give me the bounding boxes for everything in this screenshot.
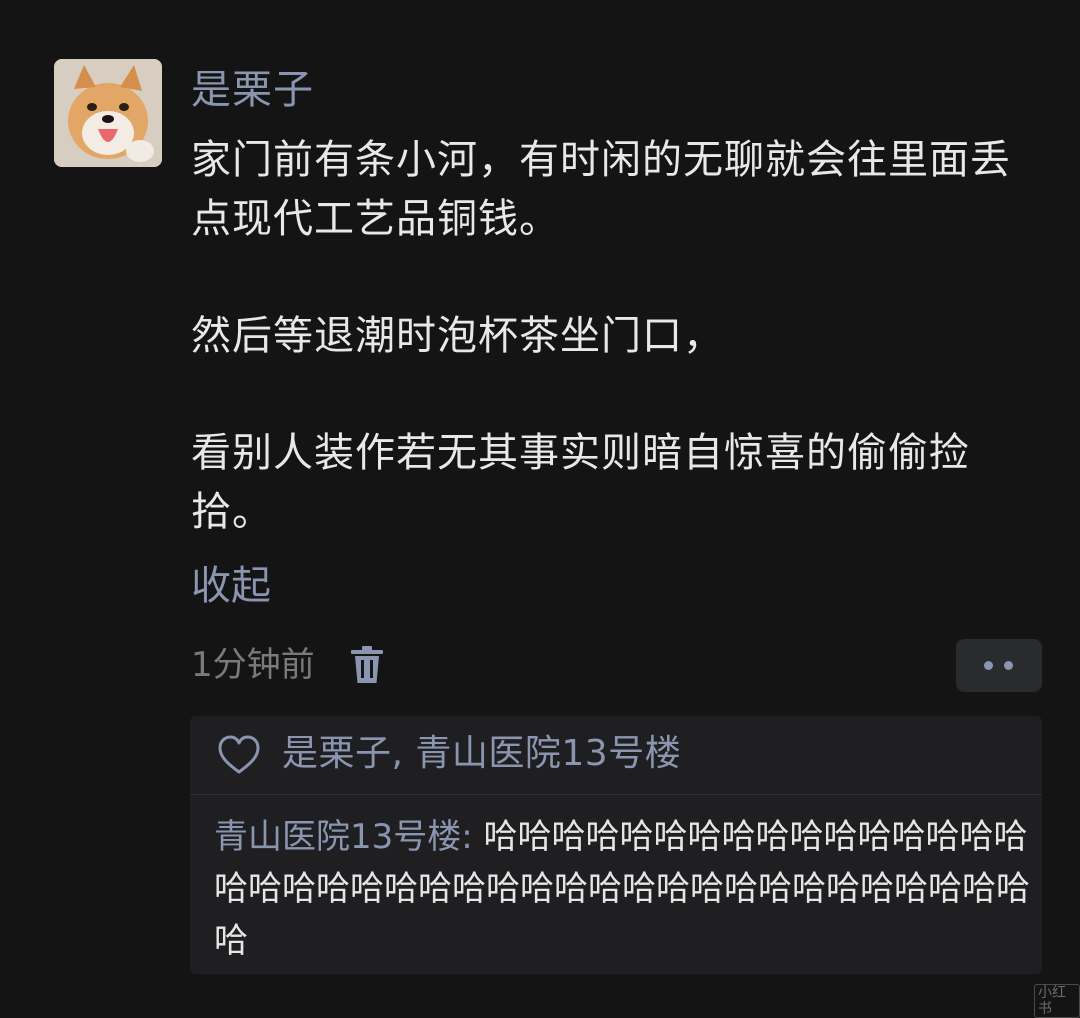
comment-author[interactable]: 青山医院13号楼 bbox=[214, 817, 461, 857]
post-timestamp: 1分钟前 bbox=[191, 645, 315, 685]
likes-row: 是栗子, 青山医院13号楼 bbox=[190, 716, 1042, 794]
liked-by-names[interactable]: 是栗子, 青山医院13号楼 bbox=[282, 728, 681, 780]
username[interactable]: 是栗子 bbox=[191, 62, 314, 118]
interactions-panel: 是栗子, 青山医院13号楼 青山医院13号楼: 哈哈哈哈哈哈哈哈哈哈哈哈哈哈哈哈… bbox=[190, 716, 1042, 974]
more-dots-icon bbox=[984, 661, 993, 670]
watermark: 小红书 bbox=[1034, 984, 1080, 1018]
comment-item[interactable]: 青山医院13号楼: 哈哈哈哈哈哈哈哈哈哈哈哈哈哈哈哈哈哈哈哈哈哈哈哈哈哈哈哈哈哈… bbox=[214, 811, 1034, 967]
shiba-dog-avatar bbox=[54, 59, 162, 167]
delete-button[interactable] bbox=[350, 645, 384, 685]
comment-separator: : bbox=[461, 817, 484, 857]
collapse-link[interactable]: 收起 bbox=[191, 557, 271, 615]
post-text: 家门前有条小河，有时闲的无聊就会往里面丢点现代工艺品铜钱。 然后等退潮时泡杯茶坐… bbox=[191, 131, 1051, 542]
post-paragraph: 家门前有条小河，有时闲的无聊就会往里面丢点现代工艺品铜钱。 bbox=[191, 137, 1011, 242]
more-options-button[interactable] bbox=[956, 639, 1042, 692]
divider bbox=[190, 794, 1042, 795]
trash-icon bbox=[351, 646, 383, 683]
heart-icon bbox=[218, 735, 260, 775]
more-dots-icon bbox=[1004, 661, 1013, 670]
avatar[interactable] bbox=[54, 59, 162, 167]
post-paragraph: 然后等退潮时泡杯茶坐门口， bbox=[191, 313, 724, 359]
post-paragraph: 看别人装作若无其事实则暗自惊喜的偷偷捡拾。 bbox=[191, 430, 970, 535]
